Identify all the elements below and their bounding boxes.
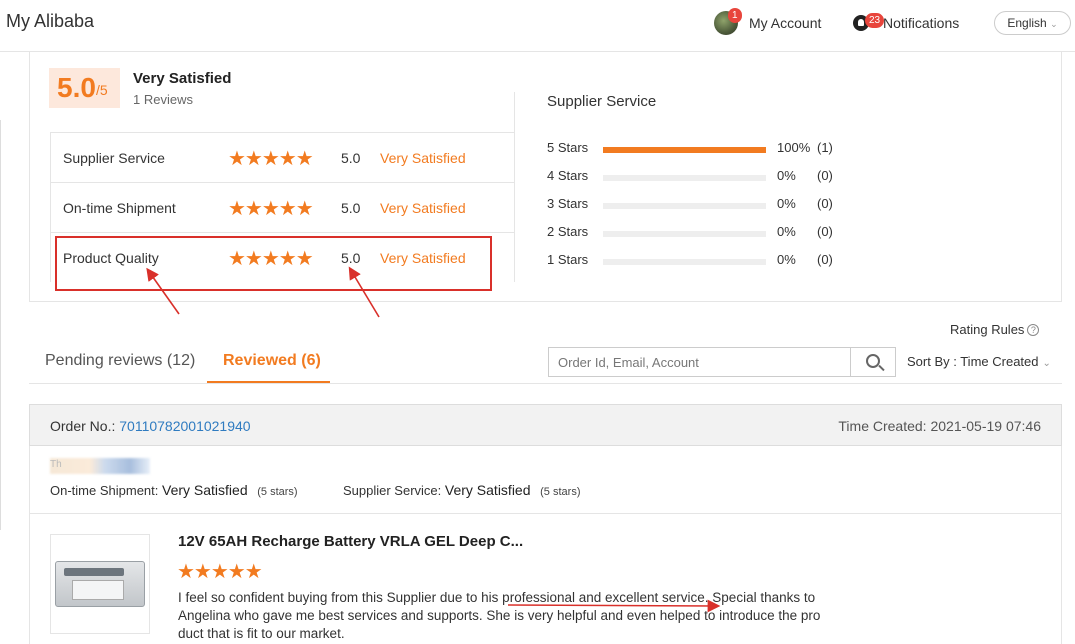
progress-bar — [603, 203, 766, 209]
tab-reviewed[interactable]: Reviewed (6) — [223, 352, 321, 370]
order-number: Order No.: 70110782001021940 — [50, 418, 251, 434]
overall-rating-text: Very Satisfied — [133, 70, 232, 87]
chevron-down-icon: ⌄ — [1042, 358, 1051, 369]
time-created: Time Created: 2021-05-19 07:46 — [838, 418, 1041, 434]
bell-icon[interactable]: 23 — [853, 13, 885, 31]
rating-text: Very Satisfied — [380, 150, 466, 166]
progress-bar — [603, 147, 766, 153]
rating-row-on-time-shipment: On-time Shipment ★★★★★ 5.0 Very Satisfie… — [50, 182, 515, 232]
order-number-link[interactable]: 70110782001021940 — [119, 418, 250, 434]
notifications-menu[interactable]: 23 Notifications — [853, 10, 959, 36]
progress-fill — [603, 147, 766, 153]
blurred-content — [50, 458, 150, 474]
shipment-value: Very Satisfied — [162, 482, 248, 498]
distribution-percent: 0% — [777, 224, 796, 239]
rating-value: 5.0 — [341, 150, 361, 166]
star-icons: ★★★★★ — [228, 198, 314, 220]
product-star-icons: ★★★★★ — [177, 561, 263, 583]
distribution-label: 4 Stars — [547, 168, 589, 183]
language-select[interactable]: English ⌄ — [994, 11, 1071, 35]
distribution-row: 3 Stars 0% (0) — [547, 196, 847, 214]
divider — [0, 120, 1, 530]
distribution-row: 1 Stars 0% (0) — [547, 252, 847, 270]
distribution-title: Supplier Service — [547, 93, 657, 110]
divider — [30, 513, 1061, 514]
product-thumbnail[interactable] — [50, 534, 150, 634]
search-button[interactable] — [850, 348, 896, 376]
notifications-badge: 23 — [865, 13, 885, 28]
score-max: /5 — [96, 82, 108, 98]
distribution-label: 2 Stars — [547, 224, 589, 239]
distribution-count: (0) — [817, 168, 833, 183]
order-number-label: Order No.: — [50, 418, 116, 434]
rating-name: Supplier Service — [63, 150, 165, 166]
distribution-label: 1 Stars — [547, 252, 589, 267]
divider — [29, 383, 1062, 384]
blurred-text: Th — [50, 459, 62, 470]
rating-rules-label: Rating Rules — [950, 322, 1025, 337]
active-tab-indicator — [207, 381, 330, 383]
service-stars: (5 stars) — [540, 486, 581, 498]
tab-pending-reviews[interactable]: Pending reviews (12) — [45, 352, 195, 370]
my-account-label[interactable]: My Account — [749, 15, 821, 31]
review-text: I feel so confident buying from this Sup… — [178, 590, 821, 641]
my-account-menu[interactable]: 1 My Account — [714, 8, 821, 36]
progress-bar — [603, 231, 766, 237]
distribution-label: 3 Stars — [547, 196, 589, 211]
battery-image — [55, 561, 145, 607]
distribution-row: 4 Stars 0% (0) — [547, 168, 847, 186]
shipment-rating: On-time Shipment: Very Satisfied (5 star… — [50, 482, 298, 498]
distribution-row: 2 Stars 0% (0) — [547, 224, 847, 242]
distribution-row: 5 Stars 100% (1) — [547, 140, 847, 158]
search-box — [548, 347, 896, 377]
distribution-count: (0) — [817, 196, 833, 211]
sort-by-label: Sort By : Time Created — [907, 354, 1039, 369]
annotation-highlight-box — [55, 236, 492, 291]
rating-name: On-time Shipment — [63, 200, 176, 216]
rating-row-supplier-service: Supplier Service ★★★★★ 5.0 Very Satisfie… — [50, 132, 515, 182]
rating-text: Very Satisfied — [380, 200, 466, 216]
shipment-stars: (5 stars) — [257, 486, 298, 498]
language-label: English — [1007, 16, 1047, 30]
progress-bar — [603, 259, 766, 265]
reviews-count: 1 Reviews — [133, 92, 193, 107]
distribution-percent: 100% — [777, 140, 811, 155]
sort-by-select[interactable]: Sort By : Time Created ⌄ — [907, 354, 1051, 369]
help-icon[interactable]: ? — [1027, 324, 1040, 336]
distribution-count: (0) — [817, 224, 833, 239]
progress-bar — [603, 175, 766, 181]
notifications-label[interactable]: Notifications — [883, 15, 959, 31]
avatar[interactable]: 1 — [714, 8, 742, 35]
account-badge: 1 — [728, 8, 742, 23]
service-value: Very Satisfied — [444, 482, 531, 498]
distribution-label: 5 Stars — [547, 140, 589, 155]
top-bar: My Alibaba 1 My Account 23 Notifications… — [0, 0, 1075, 52]
shipment-label: On-time Shipment: — [50, 483, 159, 498]
distribution-percent: 0% — [777, 168, 796, 183]
service-rating: Supplier Service: Very Satisfied (5 star… — [343, 482, 580, 498]
rating-rules-link[interactable]: Rating Rules? — [950, 322, 1040, 337]
product-title[interactable]: 12V 65AH Recharge Battery VRLA GEL Deep … — [178, 533, 523, 550]
overall-score-box: 5.0 /5 — [49, 68, 120, 108]
distribution-percent: 0% — [777, 196, 796, 211]
brand-title[interactable]: My Alibaba — [6, 11, 94, 32]
search-icon — [866, 354, 880, 368]
order-header: Order No.: 70110782001021940 Time Create… — [29, 404, 1062, 446]
distribution-percent: 0% — [777, 252, 796, 267]
distribution-count: (0) — [817, 252, 833, 267]
search-input[interactable] — [549, 348, 850, 376]
service-label: Supplier Service: — [343, 483, 442, 498]
distribution-count: (1) — [817, 140, 833, 155]
star-icons: ★★★★★ — [228, 148, 314, 170]
rating-value: 5.0 — [341, 200, 361, 216]
chevron-down-icon: ⌄ — [1050, 19, 1058, 29]
overall-score: 5.0 — [57, 72, 96, 103]
